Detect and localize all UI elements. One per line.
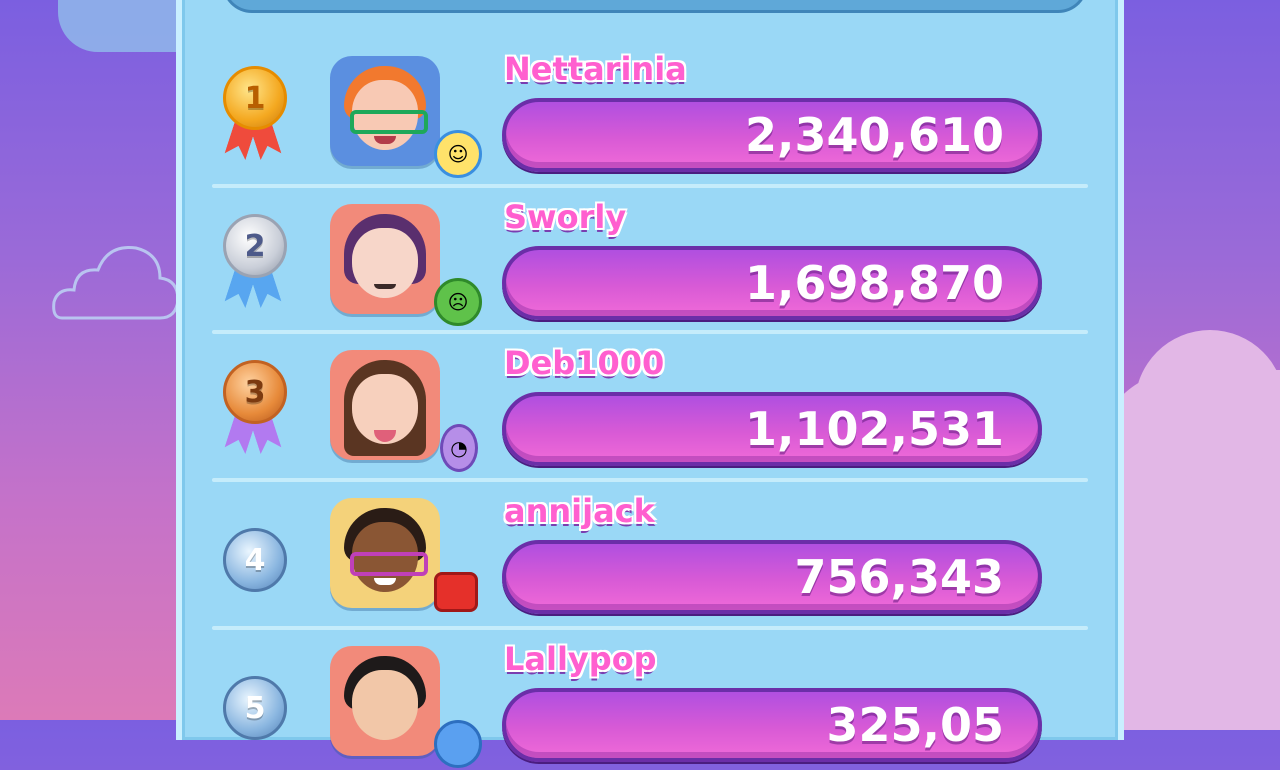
avatar-mouth: [374, 284, 396, 289]
disgust-icon: ☹: [434, 278, 482, 326]
rank-circle-icon: 4: [223, 528, 287, 592]
avatar[interactable]: [330, 646, 440, 756]
joy-icon: ☺: [434, 130, 482, 178]
score-bar: 756,343: [502, 540, 1042, 614]
leaderboard-row[interactable]: 2 ☹ Sworly 1,698,870: [182, 184, 1118, 328]
rank-medal-silver: 2: [220, 214, 290, 314]
leaderboard-row[interactable]: 5 Lallypop 325,05: [182, 626, 1118, 770]
panel-header-bar: [222, 0, 1088, 13]
avatar[interactable]: [330, 56, 440, 166]
score-bar: 2,340,610: [502, 98, 1042, 172]
score-bar: 1,102,531: [502, 392, 1042, 466]
sadness-icon: [434, 720, 482, 768]
player-name: Nettarinia: [504, 50, 687, 88]
leaderboard-panel: 1 ☺ Nettarinia 2,340,610 2 ☹ Sworly 1,69…: [176, 0, 1124, 768]
leaderboard-row[interactable]: 3 ◔ Deb1000 1,102,531: [182, 330, 1118, 474]
player-name: Sworly: [504, 198, 627, 236]
avatar-face: [352, 670, 418, 740]
rank-circle-icon: 5: [223, 676, 287, 740]
medal-icon: 1: [223, 66, 287, 130]
score-bar: 1,698,870: [502, 246, 1042, 320]
score-bar: 325,05: [502, 688, 1042, 762]
leaderboard-row[interactable]: 4 annijack 756,343: [182, 478, 1118, 622]
player-score: 325,05: [826, 698, 1004, 752]
rank-badge: 5: [220, 656, 290, 756]
player-score: 756,343: [794, 550, 1004, 604]
rank-medal-bronze: 3: [220, 360, 290, 460]
leaderboard-row[interactable]: 1 ☺ Nettarinia 2,340,610: [182, 40, 1118, 180]
player-name: annijack: [504, 492, 655, 530]
player-score: 1,102,531: [745, 402, 1004, 456]
rank-number: 4: [244, 542, 266, 578]
cloud-outline-icon: [52, 245, 180, 320]
rank-number: 5: [244, 690, 266, 726]
anger-icon: [434, 572, 478, 612]
rank-number: 3: [244, 374, 266, 410]
rank-medal-gold: 1: [220, 66, 290, 166]
medal-icon: 2: [223, 214, 287, 278]
avatar-mouth: [374, 578, 396, 585]
player-name: Deb1000: [504, 344, 665, 382]
avatar-glasses: [350, 110, 428, 134]
medal-icon: 3: [223, 360, 287, 424]
fear-icon: ◔: [440, 424, 478, 472]
avatar[interactable]: [330, 204, 440, 314]
avatar[interactable]: [330, 350, 440, 460]
player-score: 2,340,610: [745, 108, 1004, 162]
player-score: 1,698,870: [745, 256, 1004, 310]
rank-badge: 4: [220, 508, 290, 608]
rank-number: 1: [244, 80, 266, 116]
avatar-glasses: [350, 552, 428, 576]
player-name: Lallypop: [504, 640, 657, 678]
rank-number: 2: [244, 228, 266, 264]
avatar[interactable]: [330, 498, 440, 608]
